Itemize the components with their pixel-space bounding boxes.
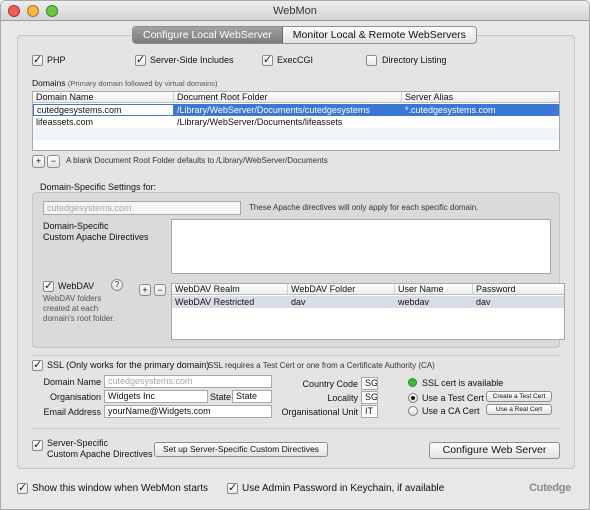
webdav-folder-cell[interactable]: dav: [288, 296, 306, 308]
cutedge-logo: Cutedge: [529, 482, 571, 494]
use-ca-cert-radio[interactable]: [408, 406, 418, 416]
empty-row: [33, 128, 559, 140]
show-window-label: Show this window when WebMon starts: [32, 483, 209, 494]
add-webdav-button[interactable]: +: [139, 284, 151, 296]
webdav-realm-cell[interactable]: WebDAV Restricted: [172, 296, 254, 308]
domain-alias-cell[interactable]: [402, 116, 405, 128]
organisational-unit-label: Organisational Unit: [281, 407, 358, 417]
remove-domain-button[interactable]: −: [47, 155, 60, 168]
webdav-desc-line2: created at each: [43, 304, 99, 313]
add-domain-button[interactable]: +: [32, 155, 45, 168]
server-specific-checkbox[interactable]: [32, 438, 43, 451]
state-field[interactable]: State: [232, 390, 272, 403]
domain-specific-heading: Domain-Specific Settings for:: [40, 182, 157, 192]
ssl-domain-field[interactable]: cutedgesystems.com: [104, 375, 272, 388]
config-panel: PHP Server-Side Includes ExecCGI Directo…: [17, 35, 575, 469]
use-ca-cert-label: Use a CA Cert: [422, 406, 480, 416]
show-window-checkbox[interactable]: [17, 481, 28, 494]
webdav-table[interactable]: WebDAV Realm WebDAV Folder User Name Pas…: [171, 283, 565, 340]
execcgi-checkbox[interactable]: [262, 53, 273, 66]
webmon-window: WebMon PHP Server-Side Includes ExecCGI …: [0, 0, 590, 510]
domains-table[interactable]: Domain Name Document Root Folder Server …: [32, 91, 560, 151]
tab-configure-local[interactable]: Configure Local WebServer: [133, 27, 283, 43]
server-specific-label-line1: Server-Specific: [47, 438, 109, 448]
column-header-domain-name[interactable]: Domain Name: [33, 92, 174, 103]
column-header-webdav-folder[interactable]: WebDAV Folder: [288, 284, 395, 295]
document-root-note: A blank Document Root Folder defaults to…: [66, 156, 328, 165]
domain-directives-label-line2: Custom Apache Directives: [43, 232, 149, 242]
ssl-note: SSL requires a Test Cert or one from a C…: [208, 361, 435, 370]
status-indicator-icon: [408, 378, 417, 387]
remove-webdav-button[interactable]: −: [154, 284, 166, 296]
webdav-password-cell[interactable]: dav: [473, 296, 491, 308]
email-field[interactable]: yourName@Widgets.com: [104, 405, 272, 418]
domain-directives-textarea[interactable]: [171, 219, 551, 274]
country-code-label: Country Code: [302, 379, 358, 389]
locality-label: Locality: [327, 393, 358, 403]
domain-specific-placeholder: cutedgesystems.com: [47, 203, 132, 213]
webdav-desc-line3: domain's root folder.: [43, 314, 115, 323]
use-test-cert-radio[interactable]: [408, 393, 418, 403]
create-test-cert-button[interactable]: Create a Test Cert: [486, 391, 552, 402]
keychain-label: Use Admin Password in Keychain, if avail…: [242, 483, 445, 494]
ssl-separator: [32, 355, 560, 356]
domain-name-cell[interactable]: lifeassets.com: [33, 116, 93, 128]
ssl-checkbox[interactable]: [32, 358, 43, 371]
webdav-desc-line1: WebDAV folders: [43, 294, 102, 303]
domain-root-cell[interactable]: /Library/WebServer/Documents/lifeassets: [174, 116, 342, 128]
use-test-cert-label: Use a Test Cert: [422, 393, 484, 403]
email-label: Email Address: [43, 407, 101, 417]
domain-root-cell[interactable]: /Library/WebServer/Documents/cutedgesyst…: [174, 104, 370, 116]
main-tab-bar: Configure Local WebServer Monitor Local …: [132, 26, 477, 44]
domain-alias-cell[interactable]: *.cutedgesystems.com: [402, 104, 496, 116]
webdav-help-button[interactable]: ?: [111, 279, 123, 291]
server-specific-label-line2: Custom Apache Directives: [47, 449, 153, 459]
organisational-unit-field[interactable]: IT: [361, 405, 378, 418]
setup-server-directives-button[interactable]: Set up Server-Specific Custom Directives: [154, 442, 328, 457]
domain-directives-label-line1: Domain-Specific: [43, 221, 109, 231]
domain-specific-domain-field: cutedgesystems.com: [43, 201, 241, 215]
ssl-label: SSL (Only works for the primary domain): [47, 360, 210, 370]
window-title: WebMon: [273, 5, 317, 17]
domains-subheading: (Primary domain followed by virtual doma…: [67, 79, 218, 88]
domains-heading: Domains (Primary domain followed by virt…: [32, 78, 218, 88]
column-header-password[interactable]: Password: [473, 284, 564, 295]
domain-specific-note: These Apache directives will only apply …: [249, 203, 479, 212]
domain-name-edit-field[interactable]: cutedgesystems.com: [33, 104, 174, 116]
domains-heading-text: Domains: [32, 78, 66, 88]
keychain-checkbox[interactable]: [227, 481, 238, 494]
ssl-status-text: SSL cert is available: [422, 378, 504, 388]
server-separator: [32, 428, 560, 429]
configure-web-server-button[interactable]: Configure Web Server: [429, 442, 560, 459]
use-real-cert-button[interactable]: Use a Real Cert: [486, 404, 552, 415]
ssi-checkbox[interactable]: [135, 53, 146, 66]
php-checkbox[interactable]: [32, 53, 43, 66]
ssi-label: Server-Side Includes: [150, 55, 234, 65]
php-label: PHP: [47, 55, 66, 65]
country-code-field[interactable]: SG: [361, 377, 378, 390]
organisation-field[interactable]: Widgets Inc: [104, 390, 208, 403]
webdav-user-cell[interactable]: webdav: [395, 296, 429, 308]
column-header-document-root[interactable]: Document Root Folder: [174, 92, 402, 103]
tab-monitor-servers[interactable]: Monitor Local & Remote WebServers: [283, 27, 476, 43]
directory-listing-label: Directory Listing: [382, 55, 447, 65]
webdav-label: WebDAV: [58, 281, 95, 291]
organisation-label: Organisation: [49, 392, 101, 402]
execcgi-label: ExecCGI: [277, 55, 314, 65]
domain-specific-group: cutedgesystems.com These Apache directiv…: [32, 192, 565, 348]
ssl-domain-label: Domain Name: [43, 377, 101, 387]
ssl-domain-placeholder: cutedgesystems.com: [108, 376, 193, 386]
state-label: State: [210, 392, 232, 402]
title-bar: WebMon: [1, 1, 589, 21]
locality-field[interactable]: SG: [361, 391, 378, 404]
webdav-checkbox[interactable]: [43, 279, 54, 292]
column-header-server-alias[interactable]: Server Alias: [402, 92, 559, 103]
column-header-user-name[interactable]: User Name: [395, 284, 473, 295]
directory-listing-checkbox[interactable]: [366, 55, 377, 66]
column-header-webdav-realm[interactable]: WebDAV Realm: [172, 284, 288, 295]
